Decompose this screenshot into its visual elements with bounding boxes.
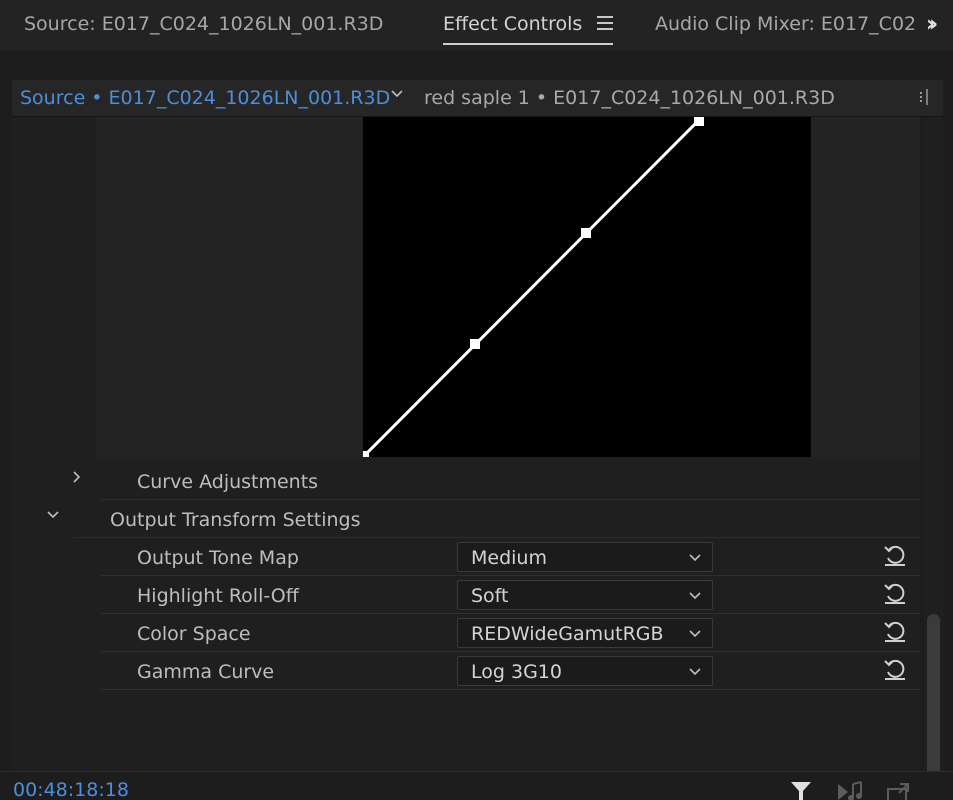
tab-audio-clip-mixer[interactable]: Audio Clip Mixer: E017_C024_1026LN_001.R…: [655, 13, 917, 35]
timecode[interactable]: 00:48:18:18: [13, 779, 129, 800]
section-label: Output Transform Settings: [110, 509, 361, 531]
vertical-scrollbar[interactable]: [924, 117, 943, 776]
tab-source-monitor[interactable]: Source: E017_C024_1026LN_001.R3D: [24, 13, 383, 35]
prop-row-output-tone-map: Output Tone Map Medium: [101, 538, 920, 576]
curve-point[interactable]: [694, 117, 704, 126]
reset-icon[interactable]: [882, 656, 908, 682]
curve-line: [363, 118, 701, 457]
clip-selector-bar: Source • E017_C024_1026LN_001.R3D red sa…: [12, 80, 943, 117]
prop-row-gamma-curve: Gamma Curve Log 3G10: [101, 652, 920, 690]
effect-controls-content: Curve Adjustments Output Transform Setti…: [12, 117, 920, 771]
active-tab-indicator: [443, 43, 613, 45]
dropdown-value: Log 3G10: [471, 661, 562, 683]
hamburger-menu-icon[interactable]: [597, 16, 613, 30]
panel-tab-bar: Source: E017_C024_1026LN_001.R3D Effect …: [0, 0, 953, 50]
prop-row-color-space: Color Space REDWideGamutRGB: [101, 614, 920, 652]
reset-icon[interactable]: [882, 580, 908, 606]
chevron-down-icon: [689, 668, 701, 676]
curve-editor-area: [96, 117, 920, 457]
filter-icon[interactable]: [790, 781, 812, 800]
dropdown-value: Soft: [471, 585, 509, 607]
dropdown-value: Medium: [471, 547, 547, 569]
prop-label: Output Tone Map: [137, 547, 299, 569]
bottom-bar: 00:48:18:18: [0, 771, 953, 800]
curve-point[interactable]: [581, 228, 591, 238]
twist-down-icon[interactable]: [46, 508, 60, 522]
color-space-dropdown[interactable]: REDWideGamutRGB: [457, 618, 713, 648]
output-tone-map-dropdown[interactable]: Medium: [457, 542, 713, 572]
section-label: Curve Adjustments: [137, 471, 319, 493]
panel-handle-icon[interactable]: [918, 88, 930, 106]
scrollbar-thumb[interactable]: [927, 614, 940, 776]
prop-label: Color Space: [137, 623, 251, 645]
section-output-transform[interactable]: Output Transform Settings: [47, 500, 920, 538]
tab-effect-controls[interactable]: Effect Controls: [443, 13, 582, 35]
sequence-clip-label[interactable]: red saple 1 • E017_C024_1026LN_001.R3D: [424, 87, 835, 109]
dropdown-value: REDWideGamutRGB: [471, 623, 664, 645]
section-curve-adjustments[interactable]: Curve Adjustments: [73, 462, 920, 500]
play-audio-icon[interactable]: [836, 781, 866, 800]
prop-label: Highlight Roll-Off: [137, 585, 299, 607]
gamma-curve-dropdown[interactable]: Log 3G10: [457, 656, 713, 686]
source-clip-label[interactable]: Source • E017_C024_1026LN_001.R3D: [20, 87, 390, 109]
twist-right-icon[interactable]: [70, 470, 84, 484]
reset-icon[interactable]: [882, 618, 908, 644]
reset-icon[interactable]: [882, 542, 908, 568]
prop-row-highlight-roll-off: Highlight Roll-Off Soft: [101, 576, 920, 614]
curve-point[interactable]: [363, 451, 369, 457]
prop-label: Gamma Curve: [137, 661, 275, 683]
highlight-roll-off-dropdown[interactable]: Soft: [457, 580, 713, 610]
curve-graph[interactable]: [363, 117, 811, 457]
chevron-down-icon: [689, 592, 701, 600]
overflow-chevrons-icon[interactable]: ››: [926, 12, 938, 37]
chevron-down-icon: [689, 554, 701, 562]
export-icon[interactable]: [886, 781, 914, 800]
chevron-down-icon: [689, 630, 701, 638]
chevron-down-icon[interactable]: [390, 87, 404, 101]
curve-point[interactable]: [470, 339, 480, 349]
